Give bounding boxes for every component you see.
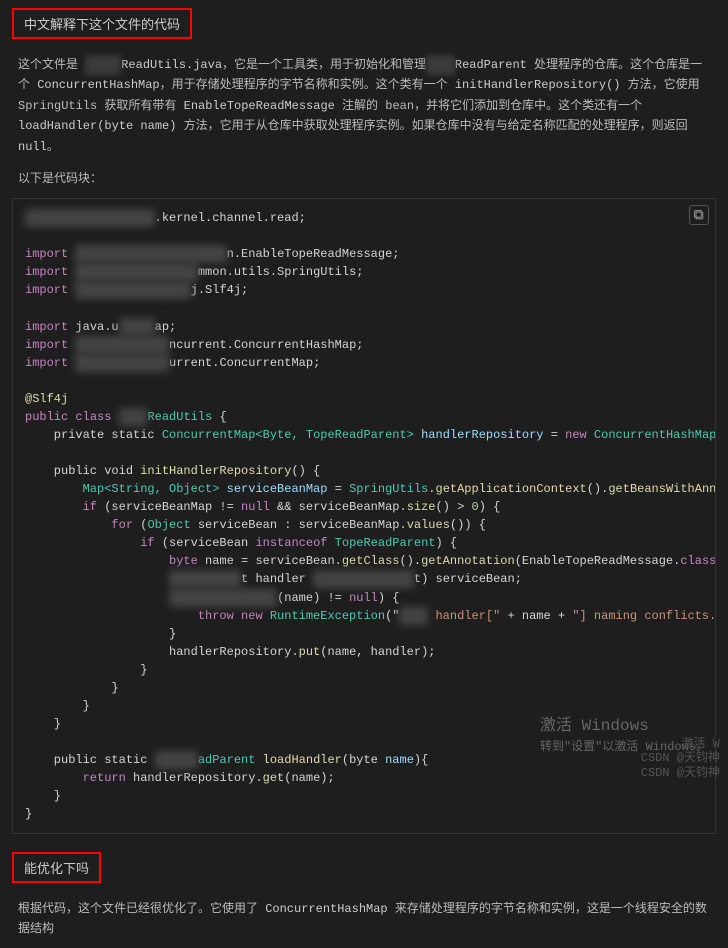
filename: ReadUtils.java [121,58,222,72]
corner-line: CSDN @天钧神 [641,766,720,780]
corner-line: CSDN @天钧神 [641,751,720,765]
text: 注解的 bean，并将它们添加到仓库中。这个类还有一个 [335,99,642,113]
text: 这个文件是 [18,58,85,72]
method: loadHandler(byte name) [18,119,176,133]
user-prompt-1: 中文解释下这个文件的代码 [12,8,192,39]
copy-icon[interactable] [689,205,709,225]
prompt-text: 能优化下吗 [24,862,89,877]
classname: ConcurrentHashMap [37,78,159,92]
keyword: null [18,140,47,154]
text: 。 [47,140,59,154]
text: 根据代码，这个文件已经很优化了。它使用了 [18,902,265,916]
classname: ConcurrentHashMap [265,902,387,916]
user-prompt-2: 能优化下吗 [12,852,101,883]
text: 方法，它用于从仓库中获取处理程序实例。如果仓库中没有与给定名称匹配的处理程序，则… [176,119,687,133]
section-label: 以下是代码块： [0,165,728,194]
response-description-1: 这个文件是 xxxxxReadUtils.java，它是一个工具类，用于初始化和… [0,47,728,165]
response-description-2: 根据代码，这个文件已经很优化了。它使用了 ConcurrentHashMap 来… [0,891,728,948]
watermark-title: 激活 Windows [540,714,708,738]
text: ，用于存储处理程序的字节名称和实例。这个类有一个 [160,78,455,92]
redacted: xxxxx [85,55,121,75]
text: ，它是一个工具类，用于初始化和管理 [222,58,426,72]
redacted: xxxx [426,55,455,75]
classname: ReadParent [455,58,527,72]
method: initHandlerRepository() [455,78,621,92]
prompt-text: 中文解释下这个文件的代码 [24,18,180,33]
corner-watermark: 激活 W CSDN @天钧神 CSDN @天钧神 [641,737,720,780]
corner-line: 激活 W [641,737,720,751]
annotation: EnableTopeReadMessage [184,99,335,113]
